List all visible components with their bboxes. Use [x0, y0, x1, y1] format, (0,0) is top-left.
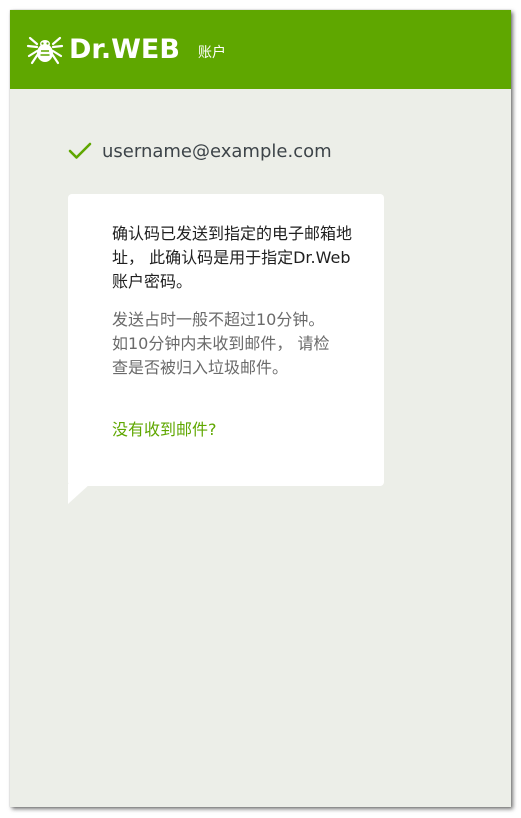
bubble-tail [68, 484, 90, 504]
brand-name: Dr.WEB [69, 34, 180, 65]
spider-logo-icon [26, 36, 64, 65]
header-bar: Dr.WEB 账户 [10, 10, 511, 89]
no-mail-link[interactable]: 没有收到邮件? [112, 418, 217, 442]
account-email: username@example.com [102, 141, 332, 162]
checkmark-icon [68, 142, 92, 159]
message-bubble: 确认码已发送到指定的电子邮箱地址， 此确认码是用于指定Dr.Web账户密码。 发… [68, 194, 384, 486]
confirmation-message: 确认码已发送到指定的电子邮箱地址， 此确认码是用于指定Dr.Web账户密码。 [112, 224, 353, 291]
app-window: Dr.WEB 账户 username@example.com 确认码已发送到指定… [10, 10, 511, 807]
header-subtitle: 账户 [198, 45, 226, 61]
delivery-note: 发送占时一般不超过10分钟。 如10分钟内未收到邮件， 请检查是否被归入垃圾邮件… [112, 310, 330, 377]
